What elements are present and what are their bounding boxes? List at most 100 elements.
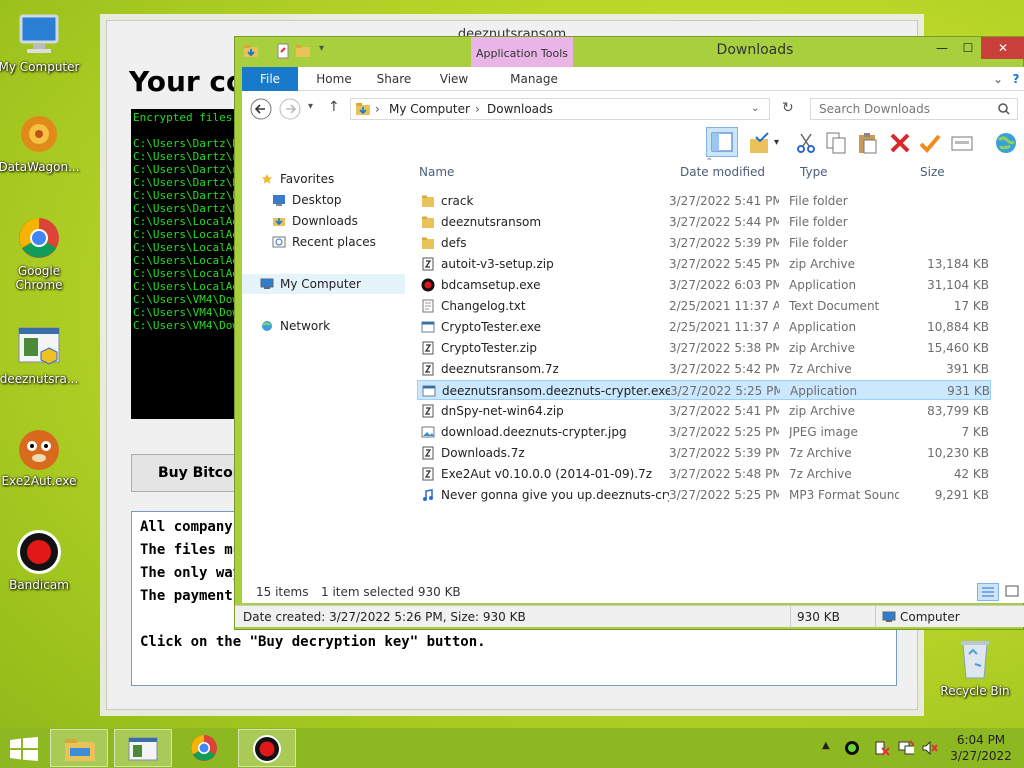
preview-pane-button[interactable] [706, 127, 738, 157]
exe-window-icon [128, 737, 158, 761]
nav-item-desktop[interactable]: Desktop [272, 190, 342, 210]
clock[interactable]: 6:04 PM 3/27/2022 [946, 732, 1016, 764]
file-name: CryptoTester.exe [441, 320, 542, 334]
tab-share[interactable]: Share [364, 67, 424, 91]
exe-shortcut-icon [15, 322, 63, 370]
action-center-icon[interactable] [874, 740, 890, 756]
desktop-icon-label: Exe2Aut.exe [1, 474, 77, 488]
nav-item-recent-places[interactable]: Recent places [272, 232, 376, 252]
file-row[interactable]: crack 3/27/2022 5:41 PM File folder [417, 191, 991, 211]
properties-icon[interactable] [275, 43, 291, 59]
column-header-name[interactable]: Name [419, 165, 454, 179]
file-size: 15,460 KB [927, 341, 989, 355]
desktop-icon-deeznutsransom[interactable]: deeznutsra... [0, 322, 84, 386]
file-row[interactable]: Changelog.txt 2/25/2021 11:37 AM Text Docu… [417, 296, 991, 316]
file-type: Application [789, 278, 857, 292]
application-tools-tab[interactable]: Application Tools [471, 37, 573, 67]
close-button[interactable]: ✕ [981, 37, 1024, 59]
address-bar[interactable]: › My Computer › Downloads ⌄ [350, 98, 770, 120]
file-row[interactable]: Never gonna give you up.deeznuts-crypt..… [417, 485, 991, 505]
quick-access-dropdown-icon[interactable]: ▾ [319, 43, 335, 59]
nav-item-downloads[interactable]: Downloads [272, 211, 358, 231]
rename-icon[interactable] [918, 131, 942, 155]
help-icon[interactable]: ? [1008, 67, 1024, 91]
console-lines: C:\Users\Dartz\NTUC:\Users\Dartz\ntuseC:… [133, 137, 241, 332]
breadcrumb-my-computer[interactable]: My Computer [389, 99, 470, 119]
taskbar-chrome[interactable] [176, 729, 234, 767]
folder-icon[interactable] [243, 43, 259, 59]
file-row[interactable]: deeznutsransom 3/27/2022 5:44 PM File fold… [417, 212, 991, 232]
check-folder-icon[interactable] [748, 131, 772, 155]
file-type: File folder [789, 236, 848, 250]
column-header-date-modified[interactable]: Date modified [680, 165, 765, 179]
file-size: 391 KB [946, 362, 989, 376]
file-row[interactable]: download.deeznuts-crypter.jpg 3/27/2022 5… [417, 422, 991, 442]
details-view-button[interactable] [977, 583, 999, 601]
file-row[interactable]: CryptoTester.exe 2/25/2021 11:37 AM Applic… [417, 317, 991, 337]
file-explorer-icon [65, 739, 95, 761]
paste-icon[interactable] [856, 131, 880, 155]
up-icon[interactable]: ↑ [328, 99, 340, 115]
nav-item-favorites[interactable]: Favorites [260, 169, 334, 189]
properties-icon[interactable] [950, 131, 974, 155]
taskbar-bandicam[interactable] [238, 729, 296, 767]
back-icon[interactable] [250, 98, 272, 120]
search-input[interactable]: Search Downloads [810, 98, 1018, 120]
desktop-icon-label: My Computer [0, 60, 80, 74]
desktop-icon-my-computer[interactable]: My Computer [0, 10, 84, 74]
taskbar-file-explorer[interactable] [50, 729, 108, 767]
large-icons-view-button[interactable] [1002, 583, 1022, 601]
explorer-titlebar[interactable]: ▾ Application Tools Downloads — ☐ ✕ [235, 37, 1024, 67]
desktop-icon-exe2aut[interactable]: Exe2Aut.exe [0, 424, 84, 488]
folder-icon [422, 195, 434, 207]
search-icon[interactable] [998, 103, 1010, 115]
refresh-icon[interactable]: ↻ [782, 100, 794, 116]
taskbar-deeznutsransom[interactable] [114, 729, 172, 767]
file-date: 3/27/2022 6:03 PM [669, 278, 779, 292]
tab-file[interactable]: File [242, 67, 298, 91]
file-size: 10,230 KB [927, 446, 989, 460]
desktop-icon-google-chrome[interactable]: Google Chrome [0, 214, 84, 292]
maximize-button[interactable]: ☐ [953, 37, 983, 59]
address-dropdown-icon[interactable]: ⌄ [751, 99, 759, 119]
buy-bitcoin-button[interactable]: Buy Bitcoi [131, 454, 251, 492]
globe-icon[interactable] [994, 131, 1018, 155]
windows-start-icon[interactable] [10, 737, 38, 761]
recent-places-icon [272, 236, 286, 248]
application-icon [422, 385, 436, 397]
file-row[interactable]: autoit-v3-setup.zip 3/27/2022 5:45 PM zip … [417, 254, 991, 274]
file-row[interactable]: defs 3/27/2022 5:39 PM File folder [417, 233, 991, 253]
file-row[interactable]: deeznutsransom.7z 3/27/2022 5:42 PM 7z Arc… [417, 359, 991, 379]
column-header-size[interactable]: Size [920, 165, 945, 179]
desktop-icon-datawagon[interactable]: DataWagon... [0, 110, 84, 174]
bandicam-tray-icon[interactable] [844, 740, 860, 756]
cut-icon[interactable] [794, 131, 818, 155]
item-count: 15 items [256, 585, 309, 599]
copy-icon[interactable] [824, 131, 848, 155]
file-row[interactable]: dnSpy-net-win64.zip 3/27/2022 5:41 PM zip … [417, 401, 991, 421]
star-icon [261, 173, 273, 184]
network-tray-icon[interactable] [898, 740, 914, 756]
nav-item-network[interactable]: Network [260, 316, 330, 336]
file-row[interactable]: CryptoTester.zip 3/27/2022 5:38 PM zip Arc… [417, 338, 991, 358]
tab-view[interactable]: View [424, 67, 484, 91]
ribbon-expand-icon[interactable]: ⌄ [990, 67, 1006, 91]
file-row[interactable]: Exe2Aut v0.10.0.0 (2014-01-09).7z 3/27/20… [417, 464, 991, 484]
column-header-type[interactable]: Type [800, 165, 828, 179]
show-hidden-icons-icon[interactable]: ▲ [822, 740, 838, 756]
desktop-icon-bandicam[interactable]: Bandicam [0, 528, 84, 592]
nav-item-my-computer[interactable]: My Computer [242, 274, 405, 294]
details-location-label: Computer [900, 610, 960, 624]
delete-icon[interactable] [888, 131, 912, 155]
file-row[interactable]: deeznutsransom.deeznuts-crypter.exe 3/27/… [417, 380, 991, 400]
desktop-icon-recycle-bin[interactable]: Recycle Bin [930, 634, 1020, 698]
breadcrumb-downloads[interactable]: Downloads [487, 99, 553, 119]
volume-muted-icon[interactable] [922, 740, 938, 756]
forward-icon[interactable] [279, 98, 301, 120]
file-row[interactable]: bdcamsetup.exe 3/27/2022 6:03 PM Applicati… [417, 275, 991, 295]
new-folder-icon[interactable] [295, 43, 311, 59]
recent-locations-icon[interactable]: ▾ [308, 101, 313, 112]
tab-manage[interactable]: Manage [494, 67, 574, 91]
tab-home[interactable]: Home [304, 67, 364, 91]
file-row[interactable]: Downloads.7z 3/27/2022 5:39 PM 7z Archive 1… [417, 443, 991, 463]
